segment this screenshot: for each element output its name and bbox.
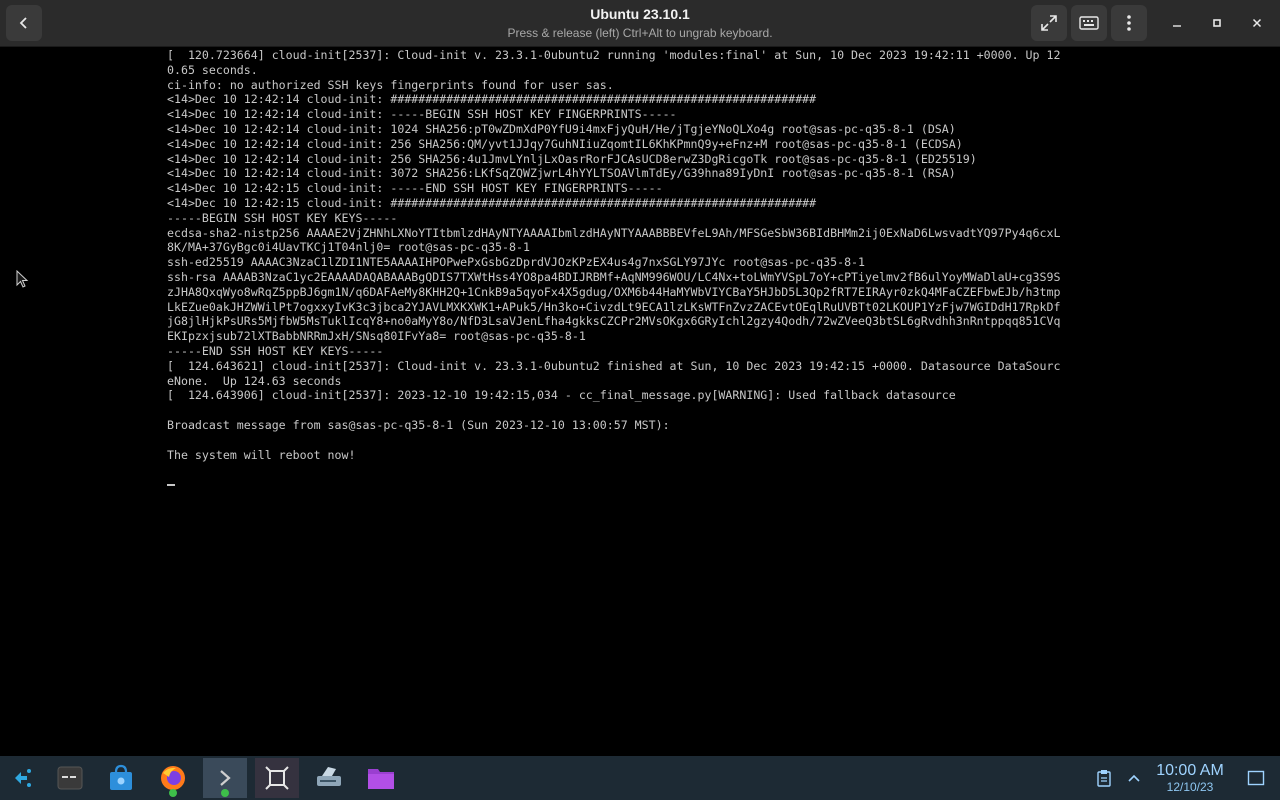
- taskbar-store[interactable]: [99, 758, 143, 798]
- terminal-line: <14>Dec 10 12:42:14 cloud-init: 256 SHA2…: [167, 136, 963, 151]
- terminal-line: <14>Dec 10 12:42:14 cloud-init: 1024 SHA…: [167, 121, 956, 136]
- terminal-line: -----BEGIN SSH HOST KEY KEYS-----: [167, 210, 398, 225]
- tray-expand-button[interactable]: [1116, 758, 1152, 798]
- system-clock[interactable]: 10:00 AM 12/10/23: [1148, 762, 1232, 794]
- terminal-line: [ 124.643906] cloud-init[2537]: 2023-12-…: [167, 388, 956, 403]
- terminal-line: [ 120.723664] cloud-init[2537]: Cloud-in…: [167, 48, 1061, 62]
- taskbar-workspace[interactable]: [255, 758, 299, 798]
- terminal-line: ecdsa-sha2-nistp256 AAAAE2VjZHNhLXNoYTIt…: [167, 225, 1061, 240]
- terminal-line: EKIpzxjsub72lXTBabbNRRmJxH/SNsq80IFvYa8=…: [167, 329, 586, 344]
- terminal-line: LkEZue0akJHZWWilPt7ogxxyIvK3c3jbca2YJAVL…: [167, 299, 1061, 314]
- taskbar-firefox[interactable]: [151, 758, 195, 798]
- terminal-line: 8K/MA+37GyBgc0i4UavTKCj1T04nlj0= root@sa…: [167, 240, 530, 255]
- terminal-line: ssh-ed25519 AAAAC3NzaC1lZDI1NTE5AAAAIHPO…: [167, 255, 866, 270]
- terminal-line: 0.65 seconds.: [167, 62, 258, 77]
- files-icon: [368, 769, 394, 789]
- terminal-line: <14>Dec 10 12:42:15 cloud-init: -----END…: [167, 181, 663, 196]
- kebab-menu-icon: [1127, 15, 1131, 31]
- close-button[interactable]: [1245, 12, 1269, 34]
- window-subtitle: Press & release (left) Ctrl+Alt to ungra…: [507, 26, 773, 40]
- terminal-line: <14>Dec 10 12:42:15 cloud-init: ########…: [167, 195, 817, 210]
- keyboard-button[interactable]: [1071, 5, 1107, 41]
- fullscreen-button[interactable]: [1031, 5, 1067, 41]
- chevron-up-icon: [1128, 774, 1140, 782]
- menu-button[interactable]: [1111, 5, 1147, 41]
- clock-date: 12/10/23: [1166, 780, 1214, 794]
- store-icon: [110, 764, 132, 790]
- terminal-line: [ 124.643621] cloud-init[2537]: Cloud-in…: [167, 358, 1061, 373]
- terminal-line: <14>Dec 10 12:42:14 cloud-init: 3072 SHA…: [167, 166, 956, 181]
- app-launcher-button[interactable]: [0, 758, 44, 798]
- expand-icon: [1041, 15, 1057, 31]
- terminal-cursor: [167, 477, 1127, 492]
- back-button[interactable]: [6, 5, 42, 41]
- chevron-left-icon: [19, 17, 27, 29]
- launcher-icon: [15, 769, 31, 787]
- terminal-line: <14>Dec 10 12:42:14 cloud-init: 256 SHA2…: [167, 151, 977, 166]
- terminal-icon: [57, 766, 83, 790]
- scanner-icon: [317, 767, 341, 786]
- terminal-line: <14>Dec 10 12:42:14 cloud-init: ########…: [167, 92, 817, 107]
- window-title: Ubuntu 23.10.1: [590, 6, 690, 22]
- workspace-icon: [265, 766, 289, 790]
- terminal-line: zJHA8QxqWyo8wRqZ5ppBJ6gm1N/q6DAFAeMy8KHH…: [167, 284, 1061, 299]
- notification-icon: [1247, 770, 1265, 786]
- close-icon: [1252, 18, 1262, 28]
- clipboard-icon: [1097, 770, 1111, 787]
- taskbar-files[interactable]: [359, 758, 403, 798]
- terminal-output[interactable]: [ 120.723664] cloud-init[2537]: Cloud-in…: [167, 48, 1127, 748]
- terminal-line: ssh-rsa AAAAB3NzaC1yc2EAAAADAQABAAABgQDI…: [167, 269, 1061, 284]
- terminal-line: Broadcast message from sas@sas-pc-q35-8-…: [167, 417, 670, 432]
- keyboard-icon: [1079, 16, 1099, 30]
- taskbar-scanner[interactable]: [307, 758, 351, 798]
- mouse-pointer-icon: [16, 270, 29, 288]
- maximize-icon: [1213, 19, 1221, 27]
- taskbar-console[interactable]: [203, 758, 247, 798]
- terminal-line: ci-info: no authorized SSH keys fingerpr…: [167, 77, 614, 92]
- terminal-line: The system will reboot now!: [167, 447, 356, 462]
- show-desktop-button[interactable]: [1236, 758, 1276, 798]
- console-icon: [220, 770, 231, 786]
- window-header: Ubuntu 23.10.1 Press & release (left) Ct…: [0, 0, 1280, 47]
- clock-time: 10:00 AM: [1156, 762, 1224, 779]
- minimize-button[interactable]: [1165, 12, 1189, 34]
- running-indicator: [221, 789, 229, 797]
- taskbar-terminal[interactable]: [48, 758, 92, 798]
- title-area: Ubuntu 23.10.1 Press & release (left) Ct…: [340, 6, 940, 41]
- maximize-button[interactable]: [1205, 12, 1229, 34]
- taskbar: [0, 756, 1280, 800]
- terminal-line: <14>Dec 10 12:42:14 cloud-init: -----BEG…: [167, 107, 677, 122]
- running-indicator: [169, 789, 177, 797]
- terminal-line: eNone. Up 124.63 seconds: [167, 373, 342, 388]
- minimize-icon: [1173, 25, 1181, 27]
- terminal-line: jG8jlHjkPsURs5MjfbW5MsTuklIcqY8+no0aMyY8…: [167, 314, 1061, 329]
- terminal-line: -----END SSH HOST KEY KEYS-----: [167, 343, 384, 358]
